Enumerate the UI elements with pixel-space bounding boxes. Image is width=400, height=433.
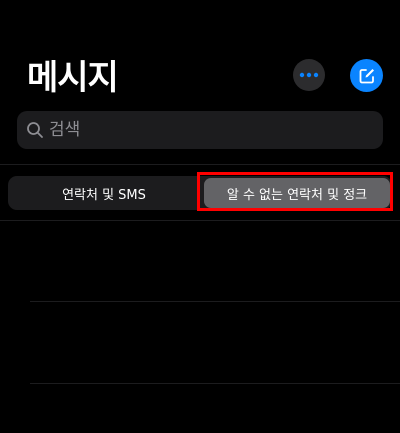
more-button[interactable] bbox=[293, 59, 325, 91]
search-bar[interactable] bbox=[17, 111, 383, 149]
segment-label: 알 수 없는 연락처 및 정크 bbox=[226, 187, 368, 203]
filter-divider bbox=[0, 220, 400, 221]
segment-unknown-junk[interactable]: 알 수 없는 연락처 및 정크 bbox=[204, 178, 390, 208]
compose-button[interactable] bbox=[350, 59, 383, 92]
list-separator bbox=[30, 301, 400, 302]
ellipsis-icon bbox=[299, 72, 319, 78]
message-filter-segmented-control: 연락처 및 SMS 알 수 없는 연락처 및 정크 bbox=[8, 176, 392, 210]
segment-label: 연락처 및 SMS bbox=[62, 187, 146, 203]
compose-icon bbox=[359, 68, 374, 83]
page-title: 메시지 bbox=[27, 58, 119, 98]
list-separator bbox=[30, 383, 400, 384]
segment-contacts-sms[interactable]: 연락처 및 SMS bbox=[10, 178, 198, 208]
search-icon bbox=[25, 120, 45, 140]
header-divider bbox=[0, 164, 400, 165]
search-input[interactable] bbox=[49, 120, 383, 140]
